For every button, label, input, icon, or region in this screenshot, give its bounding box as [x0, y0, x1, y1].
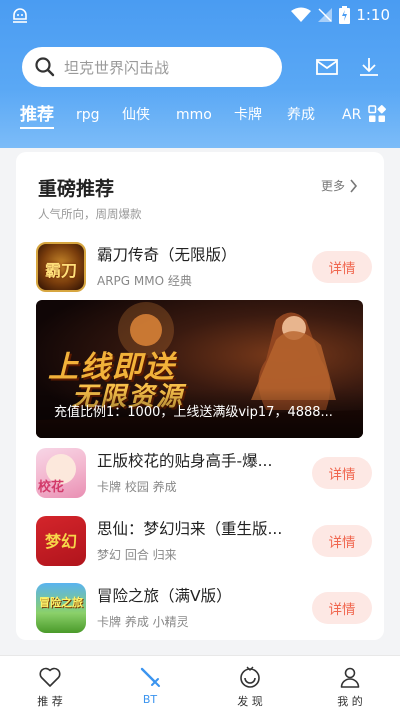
game-row[interactable]: 冒险之旅 冒险之旅（满V版） 卡牌 养成 小精灵 详情 [36, 583, 372, 639]
bottom-nav: 推 荐 BT 发 现 我 的 [0, 655, 400, 710]
game-tags: 卡牌 校园 养成 [97, 480, 177, 494]
detail-button[interactable]: 详情 [312, 592, 372, 624]
nav-label: 推 荐 [37, 695, 63, 708]
detail-button[interactable]: 详情 [312, 525, 372, 557]
chevron-right-icon [350, 178, 358, 193]
nav-label: 发 现 [237, 695, 263, 708]
more-link[interactable]: 更多 [321, 177, 358, 194]
user-icon [340, 667, 360, 688]
sword-icon [140, 667, 160, 687]
game-tags: ARPG MMO 经典 [97, 274, 192, 288]
section-subtitle: 人气所向，周周爆款 [38, 207, 142, 221]
search-placeholder: 坦克世界闪击战 [64, 58, 170, 77]
game-row[interactable]: 校花 正版校花的贴身高手-爆... 卡牌 校园 养成 详情 [36, 448, 372, 504]
game-icon-maoxian: 冒险之旅 [36, 583, 86, 633]
nav-label: 我 的 [337, 695, 363, 708]
search-icon [35, 57, 55, 77]
tab-xianxia[interactable]: 仙侠 [122, 100, 150, 130]
game-name: 霸刀传奇（无限版） [97, 246, 237, 264]
download-icon[interactable] [357, 55, 381, 79]
game-icon-sixian: 梦幻 [36, 516, 86, 566]
game-row[interactable]: 霸刀 霸刀传奇（无限版） ARPG MMO 经典 详情 [36, 242, 372, 298]
discover-icon [240, 666, 260, 688]
banner-caption: 充值比例1：1000，上线送满级vip17，4888... [54, 405, 333, 420]
game-name: 正版校花的贴身高手-爆... [97, 452, 273, 470]
game-banner[interactable]: 上线即送 无限资源 充值比例1：1000，上线送满级vip17，4888... [36, 300, 363, 438]
nav-mine[interactable]: 我 的 [300, 656, 400, 710]
nav-label: BT [142, 693, 158, 706]
game-name: 冒险之旅（满V版） [97, 587, 232, 605]
mail-icon[interactable] [315, 55, 339, 79]
notification-icon [13, 8, 27, 23]
tab-underline [20, 127, 54, 129]
nav-discover[interactable]: 发 现 [200, 656, 300, 710]
detail-button[interactable]: 详情 [312, 457, 372, 489]
game-tags: 梦幻 回合 归来 [97, 548, 177, 562]
category-grid-icon[interactable] [368, 105, 386, 123]
header: 1:10 坦克世界闪击战 推荐 rpg 仙侠 mmo 卡牌 养成 AR [0, 0, 400, 148]
tab-card[interactable]: 卡牌 [234, 100, 262, 130]
search-bar[interactable]: 坦克世界闪击战 [22, 47, 282, 87]
tab-mmo[interactable]: mmo [176, 100, 212, 130]
status-bar: 1:10 [0, 0, 400, 30]
signal-icon [318, 8, 333, 22]
more-label: 更多 [320, 179, 345, 193]
heart-icon [39, 667, 61, 687]
game-icon-badao: 霸刀 [36, 242, 86, 292]
game-tags: 卡牌 养成 小精灵 [97, 615, 189, 629]
battery-icon [339, 6, 351, 24]
tab-rpg[interactable]: rpg [76, 100, 100, 130]
tab-recommend[interactable]: 推荐 [20, 100, 54, 130]
game-icon-text: 冒险之旅 [39, 596, 83, 609]
nav-recommend[interactable]: 推 荐 [0, 656, 100, 710]
nav-bt[interactable]: BT [100, 656, 200, 710]
game-icon-text: 梦幻 [44, 532, 77, 551]
featured-card: 重磅推荐 人气所向，周周爆款 更多 霸刀 霸刀传奇（无限版） ARPG MMO … [16, 152, 384, 640]
status-time: 1:10 [356, 6, 390, 24]
game-icon-xiaohua: 校花 [36, 448, 86, 498]
game-icon-text: 校花 [38, 480, 65, 495]
game-name: 思仙：梦幻归来（重生版... [97, 520, 283, 538]
tab-ar[interactable]: AR [342, 100, 361, 130]
tab-yangcheng[interactable]: 养成 [287, 100, 315, 130]
game-row[interactable]: 梦幻 思仙：梦幻归来（重生版... 梦幻 回合 归来 详情 [36, 516, 372, 572]
game-icon-text: 霸刀 [44, 261, 77, 280]
detail-button[interactable]: 详情 [312, 251, 372, 283]
category-tabs: 推荐 rpg 仙侠 mmo 卡牌 养成 AR [20, 100, 390, 130]
wifi-icon [291, 7, 312, 22]
section-title: 重磅推荐 [38, 178, 115, 200]
